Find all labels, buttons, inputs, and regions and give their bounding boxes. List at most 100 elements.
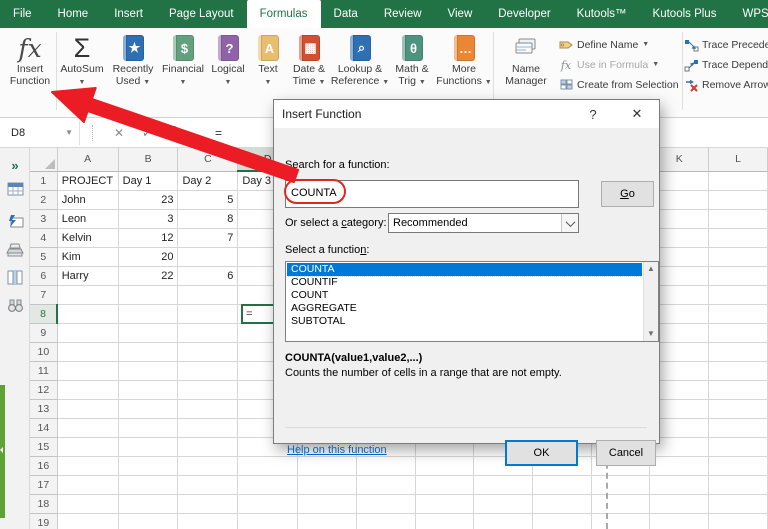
cell-b18[interactable] — [118, 494, 179, 514]
financial-button[interactable]: $ Financial ▼ — [159, 28, 207, 112]
cell-h18[interactable] — [473, 494, 534, 514]
cell-l6[interactable] — [708, 266, 768, 286]
help-on-function-link[interactable]: Help on this function — [287, 444, 387, 456]
find-binoculars-icon[interactable] — [6, 296, 24, 314]
tab-kutools-[interactable]: Kutools™ — [564, 0, 640, 28]
row-header-6[interactable]: 6 — [30, 266, 58, 286]
enter-entry-icon[interactable]: ✓ — [133, 126, 161, 140]
remove-arrows-button[interactable]: Remove Arrows — [683, 75, 768, 95]
cell-b17[interactable] — [118, 475, 179, 495]
cell-f17[interactable] — [356, 475, 416, 495]
row-header-14[interactable]: 14 — [30, 418, 58, 438]
cell-b3[interactable]: 3 — [118, 209, 179, 229]
chevron-down-icon[interactable] — [561, 214, 578, 232]
cell-l15[interactable] — [708, 437, 768, 457]
row-header-10[interactable]: 10 — [30, 342, 58, 362]
cell-l10[interactable] — [708, 342, 768, 362]
row-header-9[interactable]: 9 — [30, 323, 58, 343]
cell-c15[interactable] — [177, 437, 239, 457]
create-from-selection-button[interactable]: Create from Selection — [558, 75, 682, 95]
cell-a5[interactable]: Kim — [57, 247, 119, 267]
cell-e19[interactable] — [297, 513, 357, 529]
row-header-11[interactable]: 11 — [30, 361, 58, 381]
cell-k17[interactable] — [649, 475, 710, 495]
row-header-13[interactable]: 13 — [30, 399, 58, 419]
cell-l4[interactable] — [708, 228, 768, 248]
cell-c13[interactable] — [177, 399, 239, 419]
cancel-button[interactable]: Cancel — [596, 440, 656, 466]
cell-a17[interactable] — [57, 475, 119, 495]
cell-a18[interactable] — [57, 494, 119, 514]
define-name-button[interactable]: Define Name ▼ — [558, 35, 682, 55]
row-header-12[interactable]: 12 — [30, 380, 58, 400]
logical-button[interactable]: ? Logical ▼ — [207, 28, 249, 112]
print-icon[interactable] — [6, 241, 24, 259]
cell-c9[interactable] — [177, 323, 239, 343]
cell-g17[interactable] — [415, 475, 475, 495]
cell-c17[interactable] — [177, 475, 239, 495]
cell-k18[interactable] — [649, 494, 710, 514]
row-header-16[interactable]: 16 — [30, 456, 58, 476]
formula-input[interactable]: = — [215, 126, 222, 140]
cell-l9[interactable] — [708, 323, 768, 343]
cell-b13[interactable] — [118, 399, 179, 419]
cell-l17[interactable] — [708, 475, 768, 495]
cell-l3[interactable] — [708, 209, 768, 229]
cell-c16[interactable] — [177, 456, 239, 476]
cell-a19[interactable] — [57, 513, 119, 529]
name-box[interactable]: D8 ▼ — [2, 120, 80, 145]
cell-l8[interactable] — [708, 304, 768, 324]
cell-c6[interactable]: 6 — [177, 266, 239, 286]
cell-h17[interactable] — [473, 475, 534, 495]
cell-l16[interactable] — [708, 456, 768, 476]
cell-b8[interactable] — [118, 304, 179, 324]
cell-f18[interactable] — [356, 494, 416, 514]
column-list-icon[interactable] — [6, 268, 24, 286]
listbox-scrollbar[interactable]: ▲ ▼ — [643, 262, 658, 341]
cell-l11[interactable] — [708, 361, 768, 381]
select-all-corner[interactable] — [30, 148, 58, 172]
cell-b9[interactable] — [118, 323, 179, 343]
dialog-help-button[interactable]: ? — [571, 100, 615, 128]
cell-l14[interactable] — [708, 418, 768, 438]
cell-a9[interactable] — [57, 323, 119, 343]
cell-d19[interactable] — [237, 513, 299, 529]
tab-formulas[interactable]: Formulas — [246, 0, 321, 28]
cell-l13[interactable] — [708, 399, 768, 419]
cell-c7[interactable] — [177, 285, 239, 305]
cell-h19[interactable] — [473, 513, 534, 529]
cell-b16[interactable] — [118, 456, 179, 476]
tab-kutools-plus[interactable]: Kutools Plus — [640, 0, 730, 28]
scroll-up-icon[interactable]: ▲ — [647, 265, 655, 273]
cell-f16[interactable] — [356, 456, 416, 476]
cell-c11[interactable] — [177, 361, 239, 381]
cell-j17[interactable] — [591, 475, 651, 495]
cell-c12[interactable] — [177, 380, 239, 400]
row-header-1[interactable]: 1 — [30, 171, 58, 191]
cell-c18[interactable] — [177, 494, 239, 514]
row-header-7[interactable]: 7 — [30, 285, 58, 305]
cell-a3[interactable]: Leon — [57, 209, 119, 229]
row-header-15[interactable]: 15 — [30, 437, 58, 457]
cell-b10[interactable] — [118, 342, 179, 362]
row-header-19[interactable]: 19 — [30, 513, 58, 529]
dialog-close-icon[interactable]: ✕ — [615, 100, 659, 128]
column-header-b[interactable]: B — [118, 148, 179, 172]
cell-a2[interactable]: John — [57, 190, 119, 210]
cell-d18[interactable] — [237, 494, 299, 514]
cell-a12[interactable] — [57, 380, 119, 400]
name-box-dropdown-icon[interactable]: ▼ — [65, 128, 79, 137]
tab-page-layout[interactable]: Page Layout — [156, 0, 247, 28]
cell-a8[interactable] — [57, 304, 119, 324]
function-listbox[interactable]: COUNTA COUNTIF COUNT AGGREGATE SUBTOTAL ▲ ▼ — [285, 261, 659, 342]
cell-a15[interactable] — [57, 437, 119, 457]
insert-function-button[interactable]: fx Insert Function — [4, 28, 56, 112]
ok-button[interactable]: OK — [505, 440, 578, 466]
cell-c5[interactable] — [177, 247, 239, 267]
cell-l2[interactable] — [708, 190, 768, 210]
tab-developer[interactable]: Developer — [485, 0, 563, 28]
go-button[interactable]: Go — [601, 181, 654, 207]
cell-g19[interactable] — [415, 513, 475, 529]
cell-a4[interactable]: Kelvin — [57, 228, 119, 248]
kutools-pane-handle[interactable] — [0, 385, 5, 518]
